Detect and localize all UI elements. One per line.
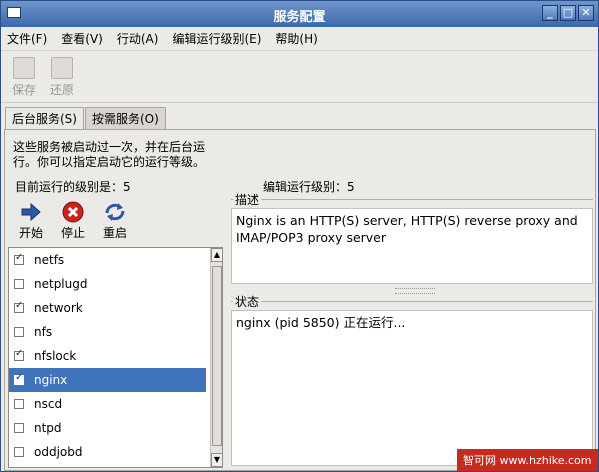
pane-resize-handle[interactable] [225,248,229,466]
save-button[interactable]: 保存 [9,57,39,98]
service-checkbox[interactable] [14,327,24,337]
restart-button[interactable]: 重启 [97,200,133,241]
service-checkbox[interactable] [14,447,24,457]
services-panel: 这些服务被启动过一次，并在后台运 行。你可以指定启动它的运行等级。 目前运行的级… [4,129,596,471]
stop-icon [55,200,91,224]
service-checkbox[interactable] [14,279,24,289]
service-name: nfslock [34,349,77,363]
service-checkbox[interactable] [14,300,24,313]
service-list-scrollbar[interactable]: ▲ ▼ [210,248,222,467]
service-row[interactable]: oddjobd [9,440,206,464]
service-list[interactable]: netfs netplugd network nfs nfslock nginx… [8,247,223,468]
intro-line-2: 行。你可以指定启动它的运行等级。 [13,155,206,169]
revert-button[interactable]: 还原 [47,57,77,98]
restart-label: 重启 [102,226,127,240]
service-name: nfs [34,325,53,339]
start-button[interactable]: 开始 [13,200,49,241]
start-label: 开始 [18,226,43,240]
service-checkbox[interactable] [14,252,24,265]
service-row[interactable]: netplugd [9,272,206,296]
menu-file[interactable]: 文件(F) [7,30,47,47]
maximize-button[interactable]: □ [560,5,576,21]
revert-label: 还原 [49,83,74,97]
menu-help[interactable]: 帮助(H) [275,30,317,47]
tab-background-services[interactable]: 后台服务(S) [5,107,84,130]
scroll-up-arrow-icon[interactable]: ▲ [211,248,222,262]
service-row[interactable]: network [9,296,206,320]
intro-line-1: 这些服务被启动过一次，并在后台运 [13,140,206,154]
watermark-badge: 智可网 www.hzhike.com [457,449,598,471]
current-runlevel: 目前运行的级别是：5 [15,180,131,194]
service-row[interactable]: ntpd [9,416,206,440]
description-title: 描述 [233,191,262,208]
description-line-1: Nginx is an HTTP(S) server, HTTP(S) reve… [236,213,578,228]
menu-edit-runlevel[interactable]: 编辑运行级别(E) [172,30,261,47]
service-name: ntpd [34,421,62,435]
status-title: 状态 [233,293,262,310]
title-bar[interactable]: 服务配置 _ □ ✕ [1,1,598,27]
service-name: oddjobd [34,445,83,459]
service-name: netplugd [34,277,88,291]
intro-text: 这些服务被启动过一次，并在后台运 行。你可以指定启动它的运行等级。 [13,140,205,170]
revert-icon [51,57,73,79]
restart-icon [97,200,133,224]
window-title: 服务配置 [273,10,326,25]
service-name: network [34,301,83,315]
service-checkbox[interactable] [14,399,24,409]
minimize-button[interactable]: _ [542,5,558,21]
status-divider [231,301,593,302]
service-name: nginx [34,373,68,387]
start-arrow-icon [13,200,49,224]
service-checkbox[interactable] [14,348,24,361]
service-row-selected[interactable]: nginx [9,368,206,392]
service-row[interactable]: netfs [9,248,206,272]
description-group: 描述 Nginx is an HTTP(S) server, HTTP(S) r… [231,191,593,288]
save-icon [13,57,35,79]
service-row[interactable]: nscd [9,392,206,416]
service-row[interactable]: nfslock [9,344,206,368]
service-checkbox[interactable] [14,423,24,433]
description-divider [231,199,593,200]
tab-on-demand-services[interactable]: 按需服务(O) [84,107,166,129]
stop-button[interactable]: 停止 [55,200,91,241]
status-group: 状态 nginx (pid 5850) 正在运行... [231,293,593,468]
description-text: Nginx is an HTTP(S) server, HTTP(S) reve… [231,208,593,284]
service-actions: 开始 停止 重启 [13,200,133,241]
menu-bar: 文件(F) 查看(V) 行动(A) 编辑运行级别(E) 帮助(H) [1,27,598,51]
service-row[interactable]: nfs [9,320,206,344]
service-name: netfs [34,253,65,267]
scroll-thumb[interactable] [212,266,222,446]
menu-view[interactable]: 查看(V) [61,30,103,47]
scroll-down-arrow-icon[interactable]: ▼ [211,453,222,467]
save-label: 保存 [11,83,36,97]
tab-bar: 后台服务(S) 按需服务(O) [5,107,167,130]
close-button[interactable]: ✕ [578,5,594,21]
menu-actions[interactable]: 行动(A) [117,30,159,47]
service-name: nscd [34,397,63,411]
service-checkbox[interactable] [14,372,24,385]
description-line-2: IMAP/POP3 proxy server [236,230,387,245]
stop-label: 停止 [60,226,85,240]
service-config-window: 服务配置 _ □ ✕ 文件(F) 查看(V) 行动(A) 编辑运行级别(E) 帮… [0,0,599,472]
status-text: nginx (pid 5850) 正在运行... [231,310,593,466]
toolbar: 保存 还原 [1,51,598,103]
